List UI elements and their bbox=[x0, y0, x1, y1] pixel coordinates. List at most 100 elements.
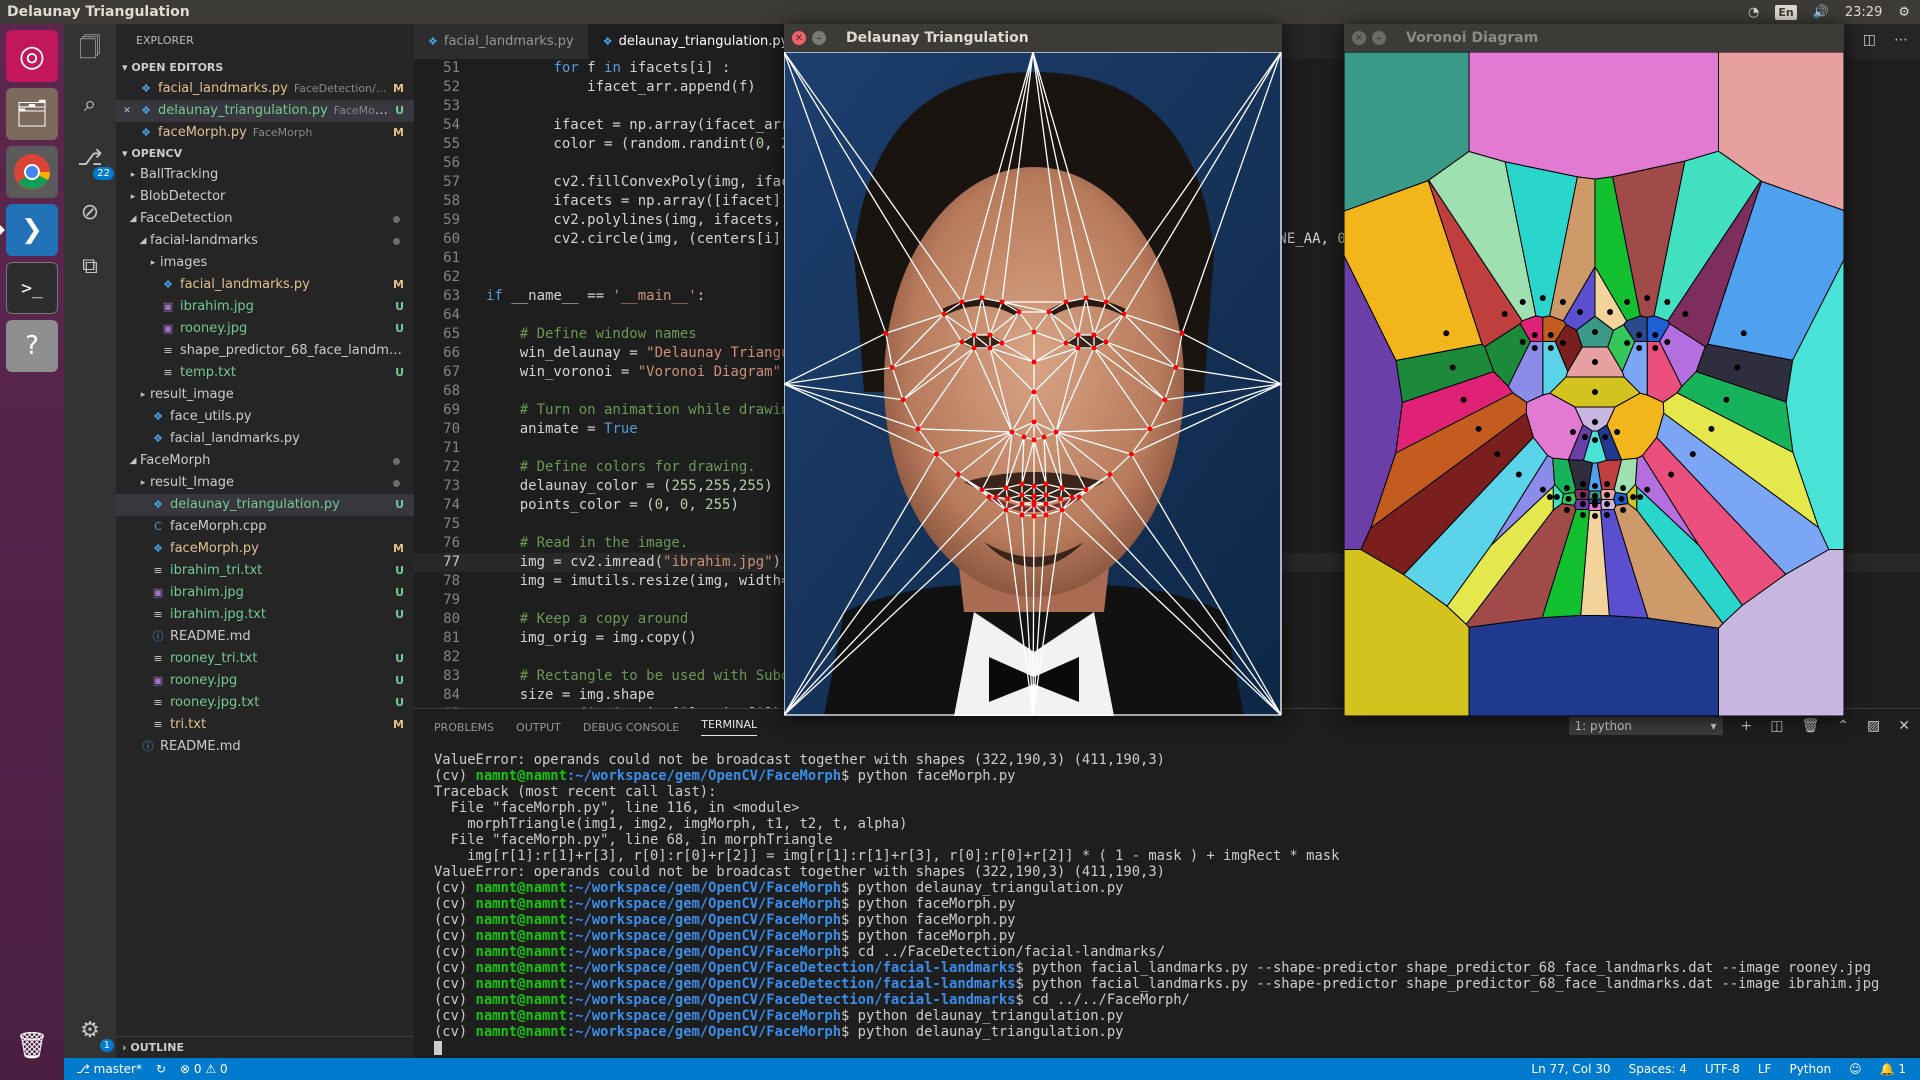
sync-icon[interactable]: ↻ bbox=[156, 1062, 166, 1076]
cursor-position[interactable]: Ln 77, Col 30 bbox=[1531, 1062, 1610, 1076]
tree-file[interactable]: ❖ facial_landmarks.py M bbox=[116, 274, 414, 296]
tree-folder[interactable]: ◢ facial-landmarks bbox=[116, 230, 414, 252]
tree-file[interactable]: ≡ ibrahim.jpg.txt U bbox=[116, 604, 414, 626]
open-editor-item[interactable]: ✕ ❖ delaunay_triangulation.py FaceMorph U bbox=[116, 100, 414, 122]
extensions-icon[interactable]: ⧉ bbox=[74, 250, 106, 282]
terminal-text: ValueError: operands could not be broadc… bbox=[434, 864, 1165, 880]
tree-folder[interactable]: ▸ result_Image bbox=[116, 472, 414, 494]
git-branch[interactable]: ⎇ master* bbox=[76, 1062, 142, 1076]
panel-tab[interactable]: OUTPUT bbox=[516, 721, 561, 734]
explorer-header: EXPLORER bbox=[136, 34, 194, 47]
panel-tab[interactable]: TERMINAL bbox=[701, 718, 758, 736]
image-file-icon: ▣ bbox=[152, 674, 164, 687]
help-icon[interactable]: ? bbox=[6, 320, 58, 372]
voronoi-titlebar[interactable]: ✕ – Voronoi Diagram bbox=[1344, 24, 1844, 52]
wifi-icon[interactable]: ◔ bbox=[1748, 5, 1759, 20]
vscode-icon[interactable]: ❯ bbox=[0, 204, 58, 256]
indentation[interactable]: Spaces: 4 bbox=[1629, 1062, 1687, 1076]
outline-section[interactable]: › OUTLINE bbox=[116, 1036, 414, 1058]
ubuntu-dash-icon[interactable]: ◎ bbox=[6, 30, 58, 82]
split-editor-icon[interactable]: ◫ bbox=[1863, 32, 1876, 48]
source-control-icon[interactable]: ⎇ 22 bbox=[74, 142, 114, 180]
debug-icon[interactable]: ⊘ bbox=[74, 196, 106, 228]
file-name: faceMorph.py bbox=[158, 125, 247, 140]
tree-folder[interactable]: ▸ BlobDetector bbox=[116, 186, 414, 208]
panel-tab[interactable]: PROBLEMS bbox=[434, 721, 494, 734]
tree-file[interactable]: ▣ rooney.jpg U bbox=[116, 318, 414, 340]
tree-file[interactable]: ≡ rooney_tri.txt U bbox=[116, 648, 414, 670]
explorer-icon[interactable]: 🗍 bbox=[74, 34, 106, 66]
tree-folder[interactable]: ▸ result_image bbox=[116, 384, 414, 406]
tree-folder[interactable]: ▸ images bbox=[116, 252, 414, 274]
line-endings[interactable]: LF bbox=[1758, 1062, 1772, 1076]
line-text: delaunay_color = (255,255,255) bbox=[486, 478, 773, 494]
project-section[interactable]: ▾ OPENCV bbox=[116, 144, 414, 164]
kill-terminal-icon[interactable]: 🗑 bbox=[1802, 718, 1820, 734]
keyboard-layout-indicator[interactable]: En bbox=[1775, 4, 1797, 20]
problems-summary[interactable]: ⊗ 0 ⚠ 0 bbox=[180, 1062, 228, 1076]
tree-file[interactable]: ≡ ibrahim_tri.txt U bbox=[116, 560, 414, 582]
close-window-icon[interactable]: ✕ bbox=[1352, 31, 1366, 45]
landmark-point bbox=[1057, 496, 1063, 502]
tree-file[interactable]: ▣ ibrahim.jpg U bbox=[116, 296, 414, 318]
trash-icon[interactable]: 🗑 bbox=[6, 1020, 58, 1072]
virtualenv-prefix: (cv) bbox=[434, 1024, 476, 1040]
voronoi-center-point bbox=[1592, 389, 1599, 395]
search-icon[interactable]: ⌕ bbox=[74, 88, 106, 120]
close-window-icon[interactable]: ✕ bbox=[792, 31, 806, 45]
tree-file[interactable]: CfaceMorph.cpp bbox=[116, 516, 414, 538]
tree-file[interactable]: ❖ facial_landmarks.py bbox=[116, 428, 414, 450]
editor-tab[interactable]: ❖ facial_landmarks.py bbox=[414, 24, 589, 59]
new-terminal-icon[interactable]: + bbox=[1741, 718, 1753, 734]
system-gear-icon[interactable]: ⚙ bbox=[1898, 5, 1910, 20]
panel-tab[interactable]: DEBUG CONSOLE bbox=[583, 721, 679, 734]
open-editor-item[interactable]: ❖ facial_landmarks.py FaceDetection/... M bbox=[116, 78, 414, 100]
open-editor-item[interactable]: ❖ faceMorph.py FaceMorph M bbox=[116, 122, 414, 144]
terminal-icon[interactable]: >_ bbox=[6, 262, 58, 314]
terminal-line: morphTriangle(img1, img2, imgMorph, t1, … bbox=[434, 816, 1910, 832]
minimize-window-icon[interactable]: – bbox=[812, 31, 826, 45]
landmark-point bbox=[1019, 481, 1025, 487]
python-file-icon: ❖ bbox=[602, 35, 613, 48]
maximize-panel-icon[interactable]: ⌃ bbox=[1837, 718, 1849, 734]
tree-file[interactable]: ≡ temp.txt U bbox=[116, 362, 414, 384]
editor-tab[interactable]: ❖ delaunay_triangulation.py bbox=[588, 24, 804, 59]
settings-gear-icon[interactable]: ⚙ 1 bbox=[74, 1014, 114, 1052]
close-editor-icon[interactable]: ✕ bbox=[116, 100, 138, 122]
tree-file[interactable]: ⓘ README.md bbox=[116, 736, 414, 758]
feedback-icon[interactable]: ☺ bbox=[1849, 1062, 1862, 1076]
files-icon[interactable]: 🗂 bbox=[6, 88, 58, 140]
tree-file[interactable]: ❖ faceMorph.py M bbox=[116, 538, 414, 560]
tree-file[interactable]: ❖ delaunay_triangulation.py U bbox=[116, 494, 414, 516]
delaunay-titlebar[interactable]: ✕ – Delaunay Triangulation bbox=[784, 24, 1282, 52]
open-editors-section[interactable]: ▾ OPEN EDITORS bbox=[116, 58, 414, 78]
tree-file[interactable]: ▣ rooney.jpg U bbox=[116, 670, 414, 692]
chrome-icon[interactable] bbox=[6, 146, 58, 198]
minimize-window-icon[interactable]: – bbox=[1372, 31, 1386, 45]
chevron-down-icon: ◢ bbox=[129, 456, 137, 466]
more-actions-icon[interactable]: ⋯ bbox=[1894, 32, 1908, 48]
landmark-point bbox=[971, 332, 977, 338]
tree-file[interactable]: ⓘ README.md bbox=[116, 626, 414, 648]
landmark-point bbox=[1075, 345, 1081, 351]
language-mode[interactable]: Python bbox=[1789, 1062, 1831, 1076]
tree-folder[interactable]: ◢ FaceMorph bbox=[116, 450, 414, 472]
line-text: size = img.shape bbox=[486, 687, 655, 703]
toggle-panel-position-icon[interactable]: ▨ bbox=[1867, 718, 1880, 734]
prompt-path: :~/workspace/gem/OpenCV/FaceDetection/fa… bbox=[566, 976, 1016, 992]
tree-folder[interactable]: ◢ FaceDetection bbox=[116, 208, 414, 230]
tree-file[interactable]: ≡ rooney.jpg.txt U bbox=[116, 692, 414, 714]
encoding[interactable]: UTF-8 bbox=[1705, 1062, 1740, 1076]
tree-folder[interactable]: ▸ BallTracking bbox=[116, 164, 414, 186]
tree-file[interactable]: ❖ face_utils.py bbox=[116, 406, 414, 428]
terminal-output[interactable]: ValueError: operands could not be broadc… bbox=[434, 752, 1910, 1058]
tree-file[interactable]: ≡ shape_predictor_68_face_landmarks.dat bbox=[116, 340, 414, 362]
close-panel-icon[interactable]: ✕ bbox=[1898, 718, 1910, 734]
split-terminal-icon[interactable]: ◫ bbox=[1770, 718, 1783, 734]
line-text: # Keep a copy around bbox=[519, 611, 689, 627]
notifications-bell-icon[interactable]: 🔔 1 bbox=[1880, 1062, 1906, 1076]
volume-icon[interactable]: 🔊 bbox=[1813, 5, 1829, 20]
clock[interactable]: 23:29 bbox=[1845, 5, 1882, 20]
tree-file[interactable]: ≡ tri.txt M bbox=[116, 714, 414, 736]
tree-file[interactable]: ▣ ibrahim.jpg U bbox=[116, 582, 414, 604]
